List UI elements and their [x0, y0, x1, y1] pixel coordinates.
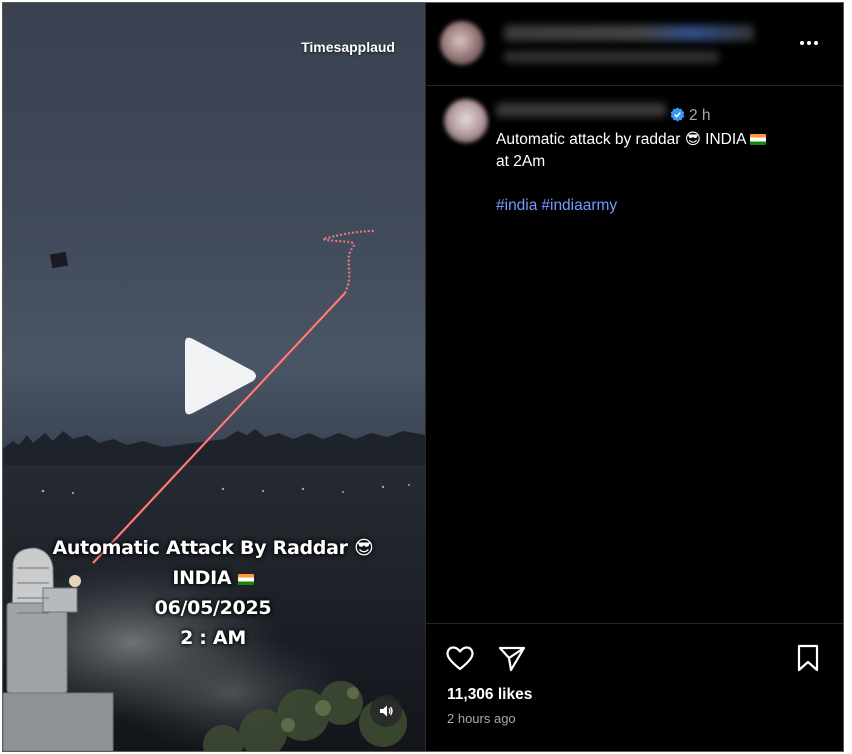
- overlay-line-2: INDIA: [172, 567, 232, 589]
- sound-toggle-button[interactable]: [370, 695, 402, 727]
- video-text-overlay: Automatic Attack By Raddar 😎 INDIA 06/05…: [43, 533, 383, 653]
- overlay-line-1: Automatic Attack By Raddar: [52, 537, 348, 559]
- india-flag-icon: [749, 134, 766, 145]
- author-subtitle: [504, 51, 719, 63]
- post-actions: 11,306 likes 2 hours ago: [426, 623, 843, 751]
- instagram-post-modal: Timesapplaud Automatic Attack By Raddar …: [2, 2, 844, 752]
- bookmark-icon[interactable]: [792, 642, 824, 674]
- overlay-date: 06/05/2025: [154, 597, 272, 619]
- hashtag-list: #india #indiaarmy: [496, 195, 826, 217]
- video-player[interactable]: Timesapplaud Automatic Attack By Raddar …: [3, 3, 425, 751]
- caption-country: INDIA: [705, 131, 746, 148]
- like-count[interactable]: 11,306 likes: [447, 686, 532, 704]
- author-avatar[interactable]: [440, 21, 484, 65]
- sound-icon: [380, 705, 393, 717]
- more-options-icon[interactable]: [797, 35, 821, 51]
- post-side-panel: 2 h Automatic attack by raddar 😎 INDIA a…: [426, 3, 843, 751]
- caption-avatar[interactable]: [444, 99, 488, 143]
- india-flag-icon: [237, 574, 254, 585]
- post-timestamp[interactable]: 2 hours ago: [447, 711, 516, 726]
- hashtag-link[interactable]: #indiaarmy: [541, 197, 617, 214]
- caption-text-2: at 2Am: [496, 153, 546, 170]
- overlay-time: 2 : AM: [180, 627, 246, 649]
- verified-badge-icon: [670, 107, 685, 122]
- share-icon[interactable]: [496, 642, 528, 674]
- play-icon[interactable]: [179, 335, 259, 417]
- caption-emoji: 😎: [684, 131, 701, 148]
- caption-text-1: Automatic attack by raddar: [496, 131, 681, 148]
- video-watermark: Timesapplaud: [301, 39, 395, 55]
- post-header: [426, 3, 843, 86]
- hashtag-link[interactable]: #india: [496, 197, 537, 214]
- post-caption: 2 h Automatic attack by raddar 😎 INDIA a…: [496, 107, 826, 217]
- sunglasses-emoji: 😎: [354, 537, 374, 559]
- post-time-short[interactable]: 2 h: [689, 107, 711, 124]
- heart-icon[interactable]: [444, 642, 476, 674]
- author-username[interactable]: [504, 25, 754, 41]
